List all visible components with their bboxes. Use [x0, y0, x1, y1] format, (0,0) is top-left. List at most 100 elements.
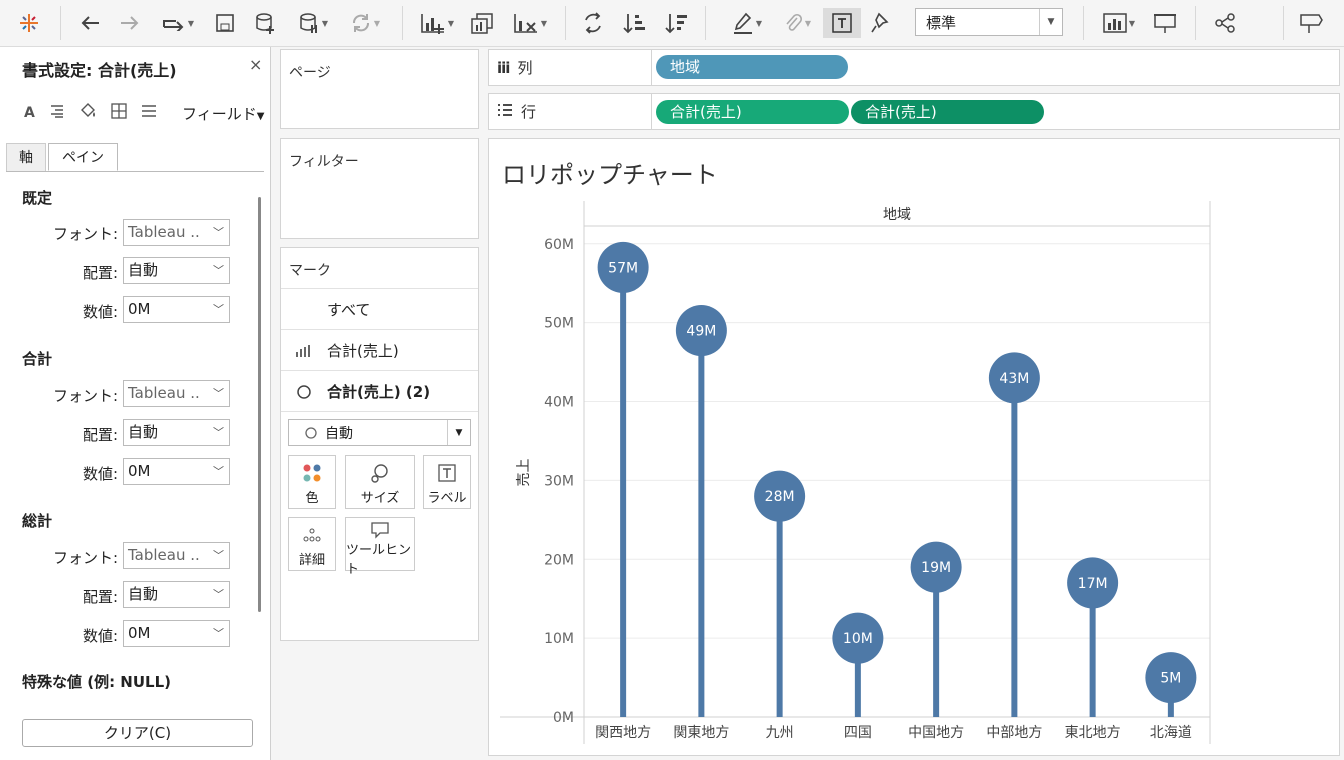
chevron-down-icon: ▼ [1039, 9, 1062, 35]
y-tick-label: 30M [544, 473, 574, 489]
data-label: 10M [843, 631, 873, 647]
x-tick-label: 東北地方 [1065, 725, 1121, 741]
label-button[interactable]: ラベル [423, 455, 471, 509]
comment-icon[interactable] [1296, 8, 1326, 38]
pin-icon[interactable] [866, 8, 896, 38]
alignment-icon[interactable] [49, 104, 65, 122]
data-label: 28M [765, 489, 795, 505]
label-button-label: ラベル [427, 491, 467, 506]
marks-row-sales-2[interactable]: 合計(売上) (2) [281, 370, 478, 412]
shelf-divider [651, 94, 652, 129]
size-button[interactable]: サイズ [345, 455, 415, 509]
section-title-totals: 合計 [22, 350, 53, 368]
fit-select-value: 標準 [926, 13, 957, 32]
share-icon[interactable] [1210, 8, 1240, 38]
rows-pill-sales[interactable]: 合計(売上) [656, 100, 849, 124]
column-header: 地域 [883, 207, 911, 223]
tableau-logo-icon[interactable] [14, 8, 44, 38]
presentation-icon[interactable] [1150, 8, 1180, 38]
data-label: 49M [686, 324, 716, 340]
rows-icon [497, 103, 513, 121]
clear-button[interactable]: クリア(C) [22, 719, 253, 747]
replay-icon[interactable]: ▼ [155, 8, 201, 38]
tab-pane[interactable]: ペイン [48, 143, 118, 171]
lines-icon[interactable] [141, 104, 157, 122]
mark-type-value: 自動 [325, 425, 353, 442]
highlight-icon[interactable]: ▼ [725, 8, 769, 38]
close-icon[interactable]: × [249, 55, 262, 74]
font-select[interactable]: Tableau .. ﹀ [123, 542, 230, 569]
section-title-default: 既定 [22, 189, 53, 207]
number-select[interactable]: 0M ﹀ [123, 296, 230, 323]
align-select[interactable]: 自動 ﹀ [123, 419, 230, 446]
undo-icon[interactable] [75, 8, 105, 38]
refresh-icon[interactable]: ▼ [340, 8, 390, 38]
scrollbar[interactable] [258, 197, 261, 612]
borders-icon[interactable] [111, 103, 127, 123]
swap-icon[interactable] [578, 8, 608, 38]
chevron-down-icon: ﹀ [213, 465, 224, 478]
y-tick-label: 10M [544, 631, 574, 647]
color-button-label: 色 [305, 491, 319, 506]
number-select[interactable]: 0M ﹀ [123, 620, 230, 647]
mark-type-select[interactable]: 自動 ▼ [288, 419, 471, 446]
align-select-value: 自動 [128, 585, 159, 603]
chevron-down-icon: ﹀ [213, 264, 224, 277]
number-label: 数値: [82, 303, 118, 321]
marks-row-all[interactable]: すべて [281, 288, 478, 330]
new-sheet-icon[interactable]: ▼ [412, 8, 462, 38]
align-select[interactable]: 自動 ﹀ [123, 257, 230, 284]
marks-row-sales[interactable]: 合計(売上) [281, 329, 478, 371]
align-select-value: 自動 [128, 261, 159, 279]
align-label: 配置: [82, 264, 118, 282]
redo-icon[interactable] [115, 8, 145, 38]
duplicate-sheet-icon[interactable] [467, 8, 497, 38]
pages-card[interactable]: ページ [280, 49, 479, 129]
rows-shelf[interactable]: 行 合計(売上) 合計(売上) [488, 93, 1340, 130]
format-icon-bar: A [24, 101, 157, 125]
show-me-icon[interactable]: ▼ [1096, 8, 1142, 38]
tooltip-button[interactable]: ツールヒント [345, 517, 415, 577]
tab-axis[interactable]: 軸 [6, 143, 46, 171]
font-select-value: Tableau .. [128, 546, 200, 564]
save-icon[interactable] [210, 8, 240, 38]
tooltip-button-label: ツールヒント [346, 543, 412, 577]
chevron-down-icon: ﹀ [213, 588, 224, 601]
field-dropdown-label: フィールド [182, 105, 257, 123]
x-tick-label: 関東地方 [673, 725, 729, 741]
sort-desc-icon[interactable] [662, 8, 692, 38]
columns-pill-region[interactable]: 地域 [656, 55, 848, 79]
detail-button[interactable]: 詳細 [288, 517, 336, 571]
font-select[interactable]: Tableau .. ﹀ [123, 219, 230, 246]
filters-card[interactable]: フィルター [280, 138, 479, 239]
new-datasource-icon[interactable] [250, 8, 280, 38]
font-select-value: Tableau .. [128, 384, 200, 402]
toolbar-separator [1195, 6, 1196, 40]
number-select-value: 0M [128, 462, 151, 480]
clear-sheet-icon[interactable]: ▼ [505, 8, 555, 38]
toolbar-separator [402, 6, 403, 40]
rows-pill-sales-2[interactable]: 合計(売上) [851, 100, 1044, 124]
align-select[interactable]: 自動 ﹀ [123, 581, 230, 608]
pause-icon[interactable]: ▼ [290, 8, 336, 38]
number-select[interactable]: 0M ﹀ [123, 458, 230, 485]
field-dropdown[interactable]: フィールド▼ [182, 103, 264, 124]
chevron-down-icon: ▼ [447, 420, 470, 445]
font-a-icon[interactable]: A [24, 105, 35, 121]
data-label: 17M [1078, 576, 1108, 592]
sort-asc-icon[interactable] [620, 8, 650, 38]
shading-icon[interactable] [79, 103, 97, 123]
label-icon[interactable] [823, 8, 861, 38]
fit-select[interactable]: 標準 ▼ [915, 8, 1063, 36]
columns-shelf[interactable]: iii 列 地域 [488, 49, 1340, 86]
font-label: フォント: [52, 549, 118, 567]
format-panel: 書式設定: 合計(売上) × A フィールド▼ 軸 ペイン 既定 フォント: T… [0, 47, 271, 760]
attach-icon[interactable]: ▼ [775, 8, 819, 38]
pages-title: ページ [289, 65, 331, 81]
y-axis-title: 売上 [516, 459, 532, 487]
format-tabs: 軸 ペイン [6, 143, 264, 172]
font-select[interactable]: Tableau .. ﹀ [123, 380, 230, 407]
shelf-divider [651, 50, 652, 85]
color-button[interactable]: 色 [288, 455, 336, 509]
color-dots-icon [301, 459, 323, 487]
